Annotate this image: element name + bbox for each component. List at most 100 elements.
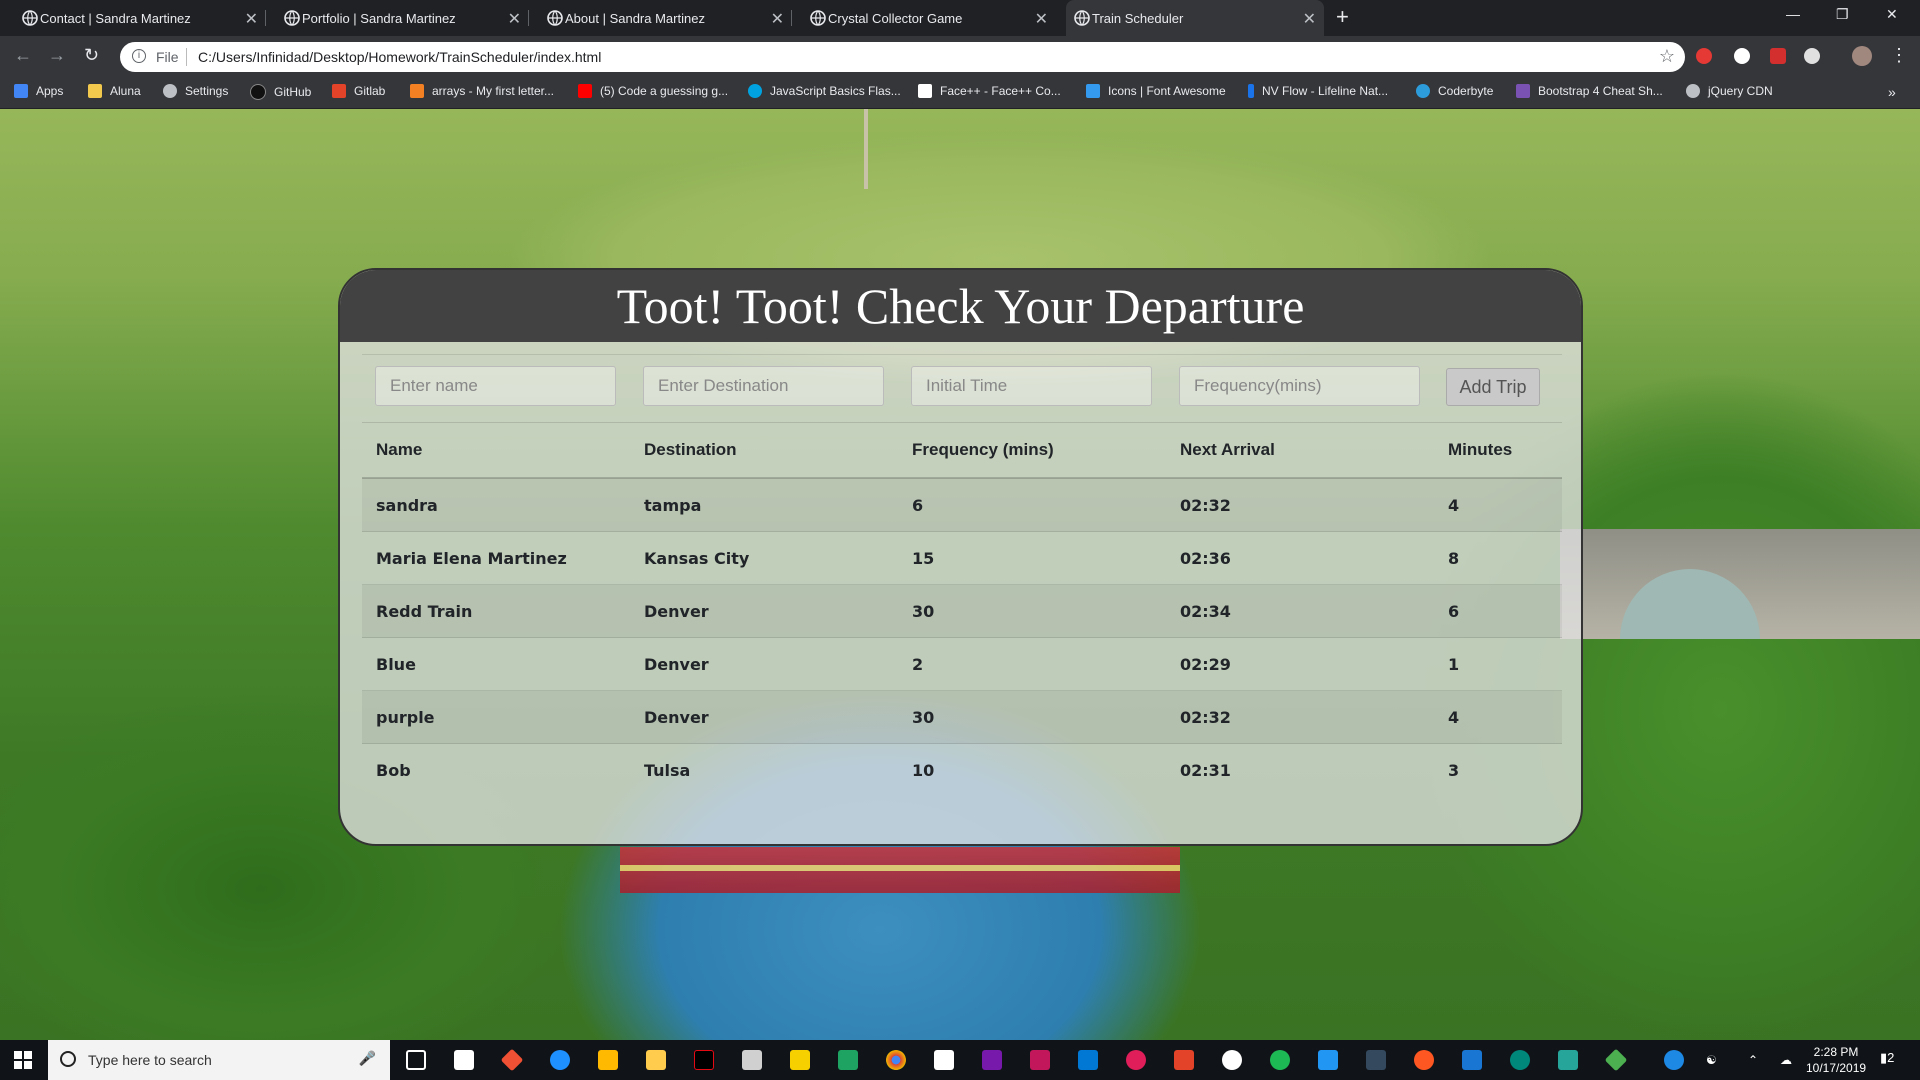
github-icon[interactable] <box>1222 1050 1242 1070</box>
column-header-next-arrival: Next Arrival <box>1166 422 1434 479</box>
gitlab-icon[interactable] <box>1174 1050 1194 1070</box>
restore-icon[interactable]: ❐ <box>1836 6 1849 23</box>
vscode-icon[interactable] <box>1078 1050 1098 1070</box>
edge-icon[interactable] <box>550 1050 570 1070</box>
back-icon[interactable]: ← <box>14 45 32 66</box>
app-icon[interactable] <box>1510 1050 1530 1070</box>
sticky-notes-icon[interactable] <box>790 1050 810 1070</box>
task-view-icon[interactable] <box>406 1050 426 1070</box>
forward-icon[interactable]: → <box>48 45 66 66</box>
cell-minutes: 3 <box>1434 743 1562 796</box>
bookmark-github[interactable]: GitHub <box>250 84 311 100</box>
destination-input[interactable] <box>643 366 884 406</box>
amazon-icon[interactable] <box>454 1050 474 1070</box>
close-icon[interactable]: ✕ <box>771 9 784 29</box>
postman-icon[interactable] <box>1414 1050 1434 1070</box>
bookmark-nv-flow[interactable]: NV Flow - Lifeline Nat... <box>1248 84 1388 98</box>
bookmark-arrays[interactable]: arrays - My first letter... <box>410 84 554 98</box>
azure-icon[interactable] <box>1462 1050 1482 1070</box>
microphone-icon[interactable]: 🎤 <box>359 1050 376 1067</box>
frequency-input[interactable] <box>1179 366 1420 406</box>
taskbar-search[interactable]: Type here to search 🎤 <box>48 1040 390 1080</box>
cell-destination: Denver <box>630 690 898 744</box>
chevron-up-icon[interactable]: ⌃ <box>1748 1052 1758 1068</box>
messenger-icon[interactable] <box>1318 1050 1338 1070</box>
tab-portfolio[interactable]: Portfolio | Sandra Martinez ✕ <box>276 0 529 36</box>
tab-crystal-collector[interactable]: Crystal Collector Game ✕ <box>802 0 1056 36</box>
netflix-icon[interactable] <box>694 1050 714 1070</box>
train-scheduler-card: Toot! Toot! Check Your Departure Add Tri… <box>338 268 1583 846</box>
onenote-icon[interactable] <box>982 1050 1002 1070</box>
bookmark-apps[interactable]: Apps <box>14 84 63 98</box>
windows-start-icon[interactable] <box>14 1051 32 1069</box>
bookmark-bootstrap[interactable]: Bootstrap 4 Cheat Sh... <box>1516 84 1663 98</box>
notification-badge[interactable]: ▮2 <box>1880 1050 1894 1066</box>
windows-taskbar: Type here to search 🎤 ☯ ⌃ ☁ 2:28 PM 10/1… <box>0 1040 1920 1080</box>
bookmark-label: Bootstrap 4 Cheat Sh... <box>1538 84 1663 98</box>
close-icon[interactable]: ✕ <box>245 9 258 29</box>
calculator-icon[interactable] <box>742 1050 762 1070</box>
bookmark-javascript-basics[interactable]: JavaScript Basics Flas... <box>748 84 901 98</box>
bookmark-star-icon[interactable]: ☆ <box>1659 46 1675 67</box>
info-icon[interactable]: i <box>132 49 146 63</box>
apps-grid-icon <box>14 84 28 98</box>
add-trip-form: Add Trip <box>362 366 1562 410</box>
mail-icon[interactable] <box>934 1050 954 1070</box>
new-tab-button[interactable]: + <box>1336 4 1349 30</box>
initial-time-input[interactable] <box>911 366 1152 406</box>
mysql-icon[interactable] <box>1366 1050 1386 1070</box>
menu-icon[interactable]: ⋮ <box>1890 45 1908 66</box>
people-icon[interactable]: ☯ <box>1706 1052 1717 1068</box>
spotify-icon[interactable] <box>1270 1050 1290 1070</box>
cell-frequency: 30 <box>898 584 1166 638</box>
paint-icon[interactable] <box>1030 1050 1050 1070</box>
bookmark-coderbyte[interactable]: Coderbyte <box>1416 84 1493 98</box>
hulu-icon[interactable] <box>838 1050 858 1070</box>
tab-divider <box>791 10 792 26</box>
cloud-icon[interactable]: ☁ <box>1780 1052 1792 1068</box>
url-text[interactable]: C:/Users/Infinidad/Desktop/Homework/Trai… <box>198 49 601 65</box>
bookmark-gitlab[interactable]: Gitlab <box>332 84 385 98</box>
store-icon[interactable] <box>598 1050 618 1070</box>
cors-extension-icon[interactable] <box>1770 48 1786 64</box>
bookmark-settings[interactable]: Settings <box>163 84 228 98</box>
gear-icon <box>163 84 177 98</box>
minimize-icon[interactable]: — <box>1786 6 1800 22</box>
cell-next-arrival: 02:36 <box>1166 531 1434 585</box>
close-window-icon[interactable]: ✕ <box>1886 6 1898 23</box>
name-input[interactable] <box>375 366 616 406</box>
more-bookmarks-icon[interactable]: » <box>1888 84 1896 100</box>
column-header-destination: Destination <box>630 422 898 479</box>
record-extension-icon[interactable] <box>1696 48 1712 64</box>
tab-train-scheduler[interactable]: Train Scheduler ✕ <box>1066 0 1324 36</box>
leaf-icon[interactable] <box>1604 1048 1628 1072</box>
tab-about[interactable]: About | Sandra Martinez ✕ <box>539 0 792 36</box>
tab-contact[interactable]: Contact | Sandra Martinez ✕ <box>14 0 266 36</box>
bookmark-youtube[interactable]: (5) Code a guessing g... <box>578 84 728 98</box>
bookmark-font-awesome[interactable]: Icons | Font Awesome <box>1086 84 1226 98</box>
close-icon[interactable]: ✕ <box>508 9 521 29</box>
bookmark-faceplusplus[interactable]: Face++ - Face++ Co... <box>918 84 1061 98</box>
file-explorer-icon[interactable] <box>646 1050 666 1070</box>
close-icon[interactable]: ✕ <box>1303 9 1316 29</box>
slack-icon[interactable] <box>1126 1050 1146 1070</box>
address-divider <box>186 48 187 66</box>
avatar[interactable] <box>1852 46 1872 66</box>
cell-destination: Tulsa <box>630 743 898 796</box>
editor-icon[interactable] <box>1558 1050 1578 1070</box>
bookmark-aluna[interactable]: Aluna <box>88 84 141 98</box>
chrome-icon[interactable] <box>886 1050 906 1070</box>
reload-icon[interactable]: ↻ <box>84 45 99 66</box>
add-trip-button[interactable]: Add Trip <box>1446 368 1540 406</box>
background-train-reflection <box>620 847 1180 893</box>
git-icon[interactable] <box>500 1048 524 1072</box>
clock[interactable]: 2:28 PM 10/17/2019 <box>1806 1044 1866 1076</box>
bookmark-jquery-cdn[interactable]: jQuery CDN <box>1686 84 1773 98</box>
divider <box>362 354 1562 355</box>
extension-icon[interactable] <box>1734 48 1750 64</box>
help-icon[interactable] <box>1664 1050 1684 1070</box>
address-bar[interactable]: i File C:/Users/Infinidad/Desktop/Homewo… <box>120 42 1685 72</box>
cell-minutes: 1 <box>1434 637 1562 691</box>
gear-extension-icon[interactable] <box>1804 48 1820 64</box>
close-icon[interactable]: ✕ <box>1035 9 1048 29</box>
